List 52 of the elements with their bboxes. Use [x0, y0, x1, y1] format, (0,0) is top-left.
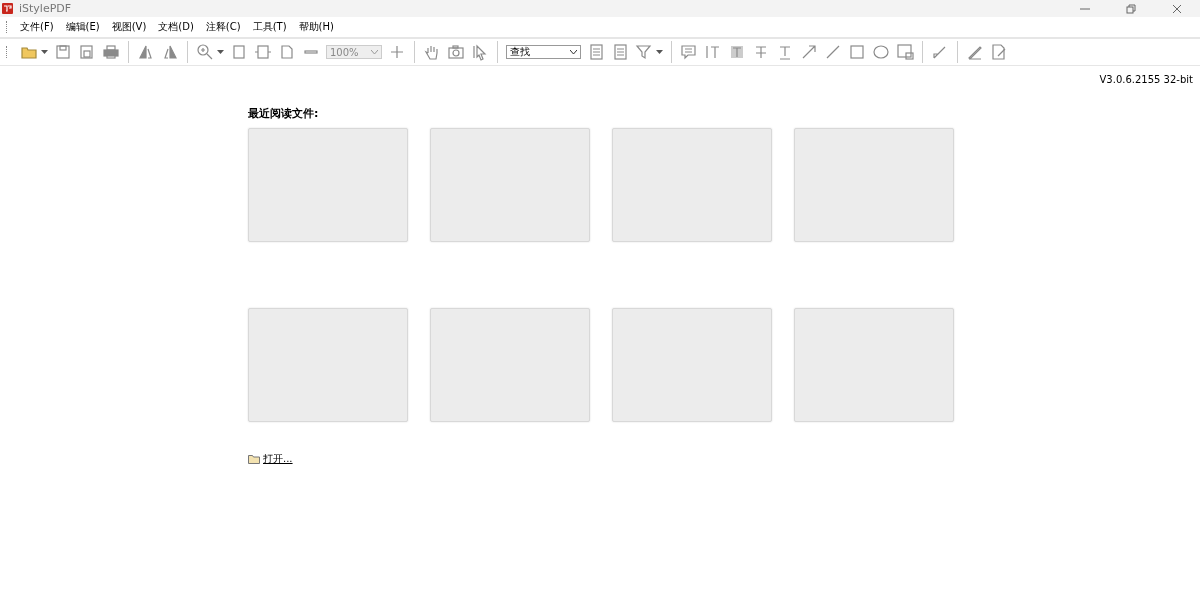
page-icon[interactable]: [278, 43, 296, 61]
search-field[interactable]: 查找: [506, 45, 581, 59]
menu-item[interactable]: 帮助(H): [292, 20, 340, 34]
previous-result-icon[interactable]: [587, 43, 605, 61]
pointer-icon[interactable]: [471, 43, 489, 61]
file-thumbnail[interactable]: [794, 308, 954, 422]
camera-icon[interactable]: [447, 43, 465, 61]
version-label: V3.0.6.2155 32-bit: [1098, 73, 1194, 87]
save-icon[interactable]: [54, 43, 72, 61]
ellipse-icon[interactable]: [872, 43, 890, 61]
save-all-icon[interactable]: [78, 43, 96, 61]
fit-page-icon[interactable]: [230, 43, 248, 61]
window-title: iStylePDF: [19, 2, 73, 15]
menu-item[interactable]: 注释(C): [199, 20, 247, 34]
arrow-icon[interactable]: [800, 43, 818, 61]
file-thumbnail[interactable]: [248, 308, 408, 422]
hand-icon[interactable]: [423, 43, 441, 61]
menu-item[interactable]: 文件(F): [14, 20, 60, 34]
next-result-icon[interactable]: [611, 43, 629, 61]
file-thumbnail[interactable]: [430, 128, 590, 242]
file-thumbnail[interactable]: [248, 128, 408, 242]
comment-icon[interactable]: [680, 43, 698, 61]
sign-document-icon[interactable]: [990, 43, 1008, 61]
caret-icon[interactable]: [217, 50, 224, 54]
recent-files-heading: 最近阅读文件:: [248, 106, 319, 121]
flip-right-icon[interactable]: [161, 43, 179, 61]
restore-icon[interactable]: [1126, 3, 1136, 14]
folder-icon[interactable]: [248, 454, 260, 464]
plus-icon[interactable]: [388, 43, 406, 61]
file-thumbnail[interactable]: [612, 128, 772, 242]
highlight-icon[interactable]: [728, 43, 746, 61]
caret-icon[interactable]: [41, 50, 48, 54]
flip-left-icon[interactable]: [137, 43, 155, 61]
menu-item[interactable]: 编辑(E): [59, 20, 106, 34]
open-link[interactable]: 打开...: [263, 452, 293, 466]
rectangle-icon[interactable]: [848, 43, 866, 61]
text-cursor-icon[interactable]: [704, 43, 722, 61]
file-thumbnail[interactable]: [430, 308, 590, 422]
close-icon[interactable]: [1172, 3, 1182, 14]
printer-icon[interactable]: [102, 43, 120, 61]
zoom-in-icon[interactable]: [196, 43, 214, 61]
image-stamp-icon[interactable]: [896, 43, 914, 61]
menu-item[interactable]: 视图(V): [105, 20, 153, 34]
chevron-icon[interactable]: [570, 50, 577, 54]
filter-icon[interactable]: [635, 43, 653, 61]
fit-width-icon[interactable]: [254, 43, 272, 61]
file-thumbnail[interactable]: [612, 308, 772, 422]
file-thumbnail[interactable]: [794, 128, 954, 242]
caret-icon[interactable]: [656, 50, 663, 54]
menu-item[interactable]: 工具(T): [246, 20, 293, 34]
line-icon[interactable]: [824, 43, 842, 61]
menu-item[interactable]: 文档(D): [152, 20, 200, 34]
